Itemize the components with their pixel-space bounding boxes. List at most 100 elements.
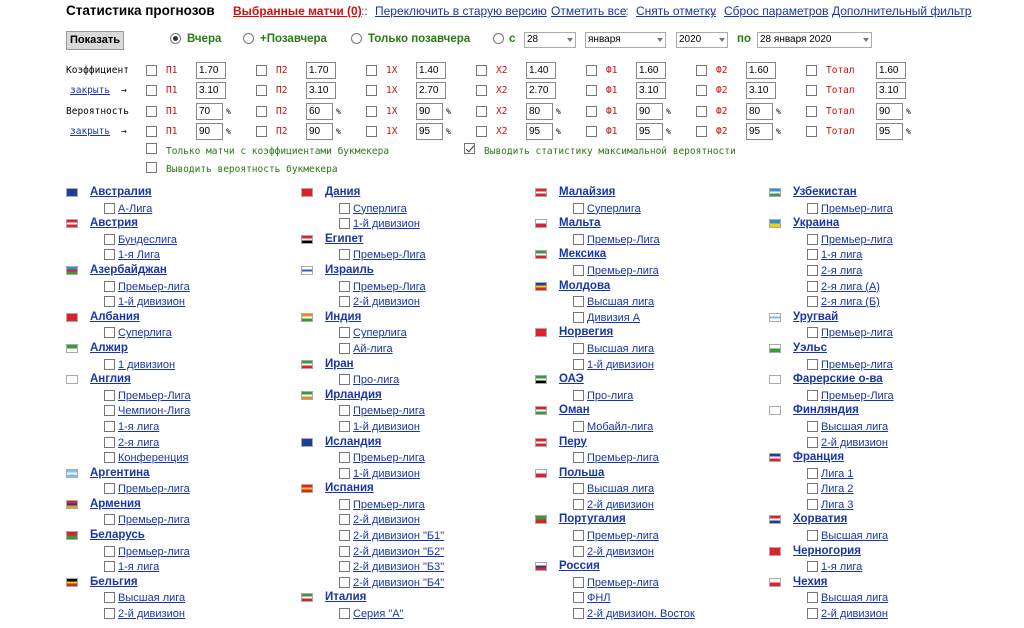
league-checkbox[interactable] [807, 233, 818, 245]
league-link[interactable]: Премьер-лига [821, 359, 893, 371]
league-link[interactable]: Высшая лига [821, 421, 888, 433]
league-link[interactable]: Лига 2 [821, 483, 853, 495]
league-link[interactable]: 1-я лига [118, 561, 159, 573]
league-link[interactable]: 1-й дивизион [353, 421, 420, 433]
country-link[interactable]: Италия [325, 591, 366, 603]
league-link[interactable]: Премьер-лига [587, 530, 659, 542]
league-checkbox[interactable] [573, 296, 584, 308]
league-link[interactable]: 2-й дивизион [353, 296, 420, 308]
league-checkbox[interactable] [339, 296, 350, 308]
league-checkbox[interactable] [807, 264, 818, 276]
switch-old-version-link[interactable]: Переключить в старую версию [375, 4, 547, 18]
year-select[interactable]: 2020 [676, 32, 728, 48]
country-link[interactable]: Малайзия [559, 186, 615, 198]
country-link[interactable]: Уэльс [793, 342, 827, 354]
league-checkbox[interactable] [104, 483, 115, 495]
league-checkbox[interactable] [807, 561, 818, 573]
league-checkbox[interactable] [339, 608, 350, 620]
filter-value-input[interactable]: 2.70 [526, 82, 556, 99]
league-checkbox[interactable] [807, 436, 818, 448]
country-link[interactable]: Норвегия [559, 326, 613, 338]
filter-value-input[interactable]: 1.40 [416, 62, 446, 79]
filter-value-input[interactable]: 90 [196, 123, 223, 140]
country-link[interactable]: Австралия [90, 186, 152, 198]
filter-value-input[interactable]: 1.60 [746, 62, 776, 79]
league-checkbox[interactable] [573, 592, 584, 604]
filter-value-input[interactable]: 70 [196, 103, 223, 120]
league-checkbox[interactable] [104, 202, 115, 214]
filter-value-input[interactable]: 3.10 [636, 82, 666, 99]
league-checkbox[interactable] [104, 561, 115, 573]
league-checkbox[interactable] [807, 592, 818, 604]
filter-checkbox[interactable] [256, 65, 267, 76]
league-checkbox[interactable] [807, 249, 818, 261]
country-link[interactable]: Украина [793, 217, 839, 229]
filter-checkbox[interactable] [256, 106, 267, 117]
league-checkbox[interactable] [339, 249, 350, 261]
league-link[interactable]: Премьер-лига [353, 405, 425, 417]
league-checkbox[interactable] [807, 280, 818, 292]
country-link[interactable]: Перу [559, 436, 587, 448]
league-checkbox[interactable] [807, 296, 818, 308]
filter-value-input[interactable]: 1.70 [306, 62, 336, 79]
close-probability-link[interactable]: закрыть [70, 126, 110, 137]
league-checkbox[interactable] [104, 280, 115, 292]
filter-checkbox[interactable] [146, 126, 157, 137]
league-checkbox[interactable] [807, 467, 818, 479]
show-button[interactable]: Показать [66, 31, 124, 50]
league-link[interactable]: Высшая лига [118, 592, 185, 604]
country-link[interactable]: Узбекистан [793, 186, 857, 198]
country-link[interactable]: Австрия [90, 217, 138, 229]
league-link[interactable]: Премьер-лига [353, 499, 425, 511]
league-checkbox[interactable] [104, 452, 115, 464]
league-link[interactable]: 2-й дивизион "Б4" [353, 577, 444, 589]
league-checkbox[interactable] [807, 358, 818, 370]
league-link[interactable]: Дивизия А [587, 312, 640, 324]
league-link[interactable]: Премьер-лига [587, 452, 659, 464]
league-checkbox[interactable] [104, 405, 115, 417]
league-checkbox[interactable] [104, 233, 115, 245]
league-link[interactable]: Высшая лига [587, 343, 654, 355]
max-probability-checkbox[interactable] [464, 143, 475, 154]
close-coefficient-link[interactable]: закрыть [70, 85, 110, 96]
league-link[interactable]: Премьер-Лига [118, 390, 191, 402]
unmark-link[interactable]: Снять отметку [636, 4, 716, 18]
filter-value-input[interactable]: 90 [636, 103, 663, 120]
league-checkbox[interactable] [339, 218, 350, 230]
filter-checkbox[interactable] [366, 106, 377, 117]
country-link[interactable]: Алжир [90, 342, 128, 354]
league-link[interactable]: Высшая лига [587, 483, 654, 495]
filter-value-input[interactable]: 3.10 [306, 82, 336, 99]
league-checkbox[interactable] [339, 405, 350, 417]
league-link[interactable]: 1-я лига [118, 421, 159, 433]
league-link[interactable]: Суперлига [587, 203, 641, 215]
league-checkbox[interactable] [104, 249, 115, 261]
league-link[interactable]: Премьер-Лига [353, 249, 426, 261]
league-link[interactable]: Премьер-Лига [353, 281, 426, 293]
filter-checkbox[interactable] [696, 65, 707, 76]
filter-value-input[interactable]: 60 [306, 103, 333, 120]
league-link[interactable]: ФНЛ [587, 592, 611, 604]
filter-value-input[interactable]: 95 [416, 123, 443, 140]
league-checkbox[interactable] [573, 452, 584, 464]
country-link[interactable]: Беларусь [90, 529, 145, 541]
filter-checkbox[interactable] [696, 85, 707, 96]
only-bookmaker-checkbox[interactable] [146, 143, 157, 154]
league-checkbox[interactable] [573, 483, 584, 495]
league-checkbox[interactable] [573, 420, 584, 432]
bookmaker-probability-checkbox[interactable] [146, 162, 157, 173]
league-link[interactable]: Лига 3 [821, 499, 853, 511]
filter-value-input[interactable]: 95 [526, 123, 553, 140]
league-link[interactable]: 1-й дивизион [353, 468, 420, 480]
league-link[interactable]: 2-й дивизион "Б3" [353, 561, 444, 573]
league-checkbox[interactable] [573, 342, 584, 354]
filter-value-input[interactable]: 2.70 [416, 82, 446, 99]
filter-value-input[interactable]: 3.10 [746, 82, 776, 99]
league-checkbox[interactable] [339, 374, 350, 386]
filter-checkbox[interactable] [366, 126, 377, 137]
league-checkbox[interactable] [573, 202, 584, 214]
country-link[interactable]: Молдова [559, 280, 610, 292]
month-select[interactable]: января [585, 32, 666, 48]
filter-checkbox[interactable] [476, 126, 487, 137]
league-link[interactable]: Суперлига [353, 203, 407, 215]
